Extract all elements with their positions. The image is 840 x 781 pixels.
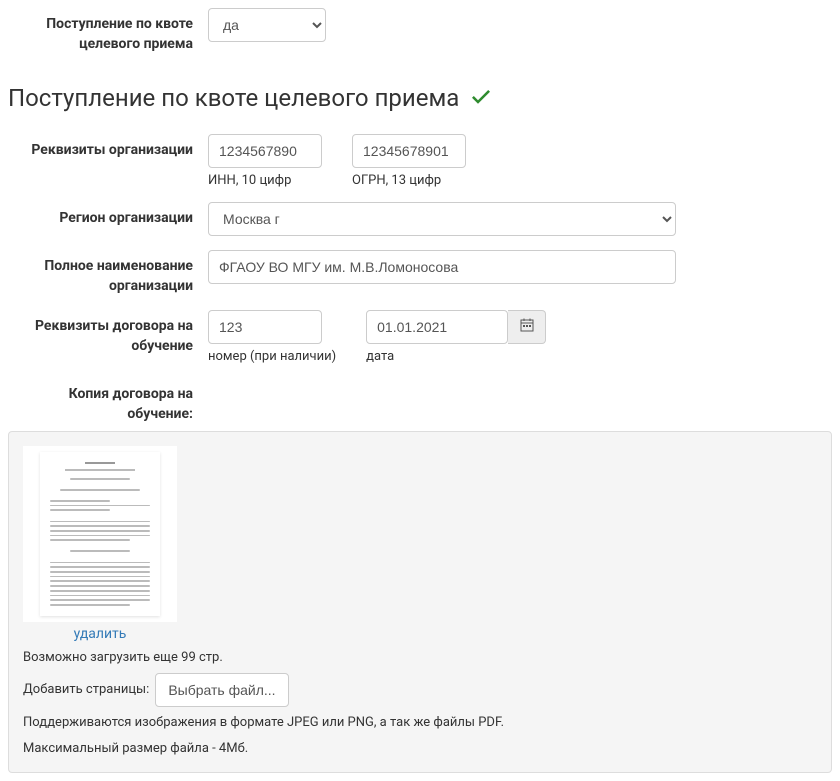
row-org-requisites: Реквизиты организации ИНН, 10 цифр ОГРН,… [8,134,832,188]
supported-formats-text: Поддерживаются изображения в формате JPE… [23,713,817,733]
input-inn[interactable] [208,134,322,168]
input-org-name[interactable] [208,250,676,284]
row-org-name: Полное наименование организации [8,250,832,296]
input-contract-number[interactable] [208,310,322,344]
label-contract-copy: Копия договора на обучение: [8,378,208,424]
label-quota: Поступление по квоте целевого приема [8,8,208,54]
controls-contract-copy [208,378,832,424]
calendar-button[interactable] [508,310,546,344]
thumbnail-wrap: удалить [23,446,177,642]
row-contract-copy: Копия договора на обучение: [8,378,832,424]
choose-file-button[interactable]: Выбрать файл... [155,673,288,707]
section-title-text: Поступление по квоте целевого приема [8,84,459,112]
upload-panel: удалить Возможно загрузить еще 99 стр. Д… [8,431,832,774]
input-ogrn[interactable] [352,134,466,168]
select-region[interactable]: Москва г [208,202,676,236]
label-org-name: Полное наименование организации [8,250,208,296]
controls-contract: номер (при наличии) дата [208,310,832,364]
add-pages-row: Добавить страницы: Выбрать файл... [23,673,817,707]
row-contract: Реквизиты договора на обучение номер (пр… [8,310,832,364]
controls-org-requisites: ИНН, 10 цифр ОГРН, 13 цифр [208,134,832,188]
label-org-requisites: Реквизиты организации [8,134,208,188]
help-contract-date: дата [366,349,546,364]
row-region: Регион организации Москва г [8,202,832,236]
label-contract: Реквизиты договора на обучение [8,310,208,364]
controls-region: Москва г [208,202,832,236]
delete-link[interactable]: удалить [23,626,177,642]
help-inn: ИНН, 10 цифр [208,173,322,188]
help-contract-number: номер (при наличии) [208,349,336,364]
select-quota[interactable]: да [208,8,326,42]
input-contract-date[interactable] [366,310,508,344]
remaining-pages-text: Возможно загрузить еще 99 стр. [23,648,817,668]
section-title: Поступление по квоте целевого приема [8,84,832,112]
calendar-icon [520,318,534,336]
controls-quota: да [208,8,832,54]
document-preview-icon [40,452,160,616]
row-quota: Поступление по квоте целевого приема да [8,8,832,54]
add-pages-label: Добавить страницы: [23,680,149,700]
help-ogrn: ОГРН, 13 цифр [352,173,466,188]
check-icon [469,84,493,112]
label-region: Регион организации [8,202,208,236]
document-thumbnail[interactable] [23,446,177,622]
max-size-text: Максимальный размер файла - 4Мб. [23,739,817,759]
controls-org-name [208,250,832,296]
